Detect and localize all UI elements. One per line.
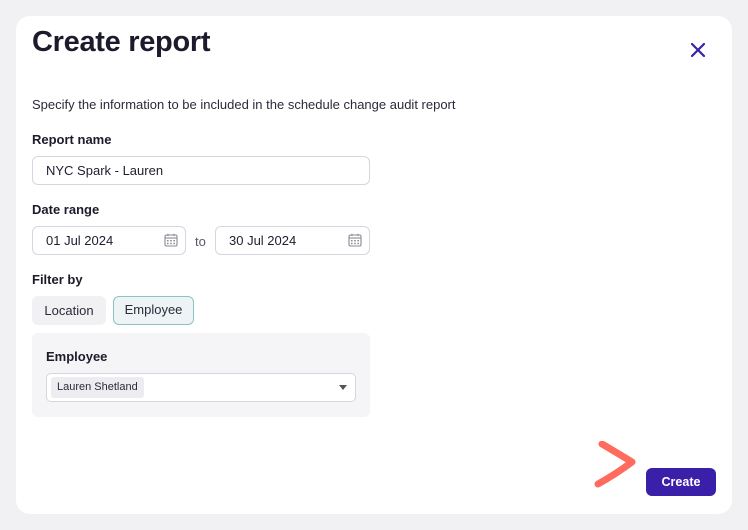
calendar-icon[interactable] <box>348 233 362 247</box>
create-button[interactable]: Create <box>646 468 716 496</box>
end-date-value: 30 Jul 2024 <box>229 233 297 248</box>
end-date-input[interactable]: 30 Jul 2024 <box>215 226 370 255</box>
date-range-label: Date range <box>32 202 100 217</box>
report-name-value: NYC Spark - Lauren <box>46 163 164 178</box>
filter-chip-location[interactable]: Location <box>32 296 106 325</box>
date-range-separator: to <box>195 234 206 249</box>
employee-filter-panel: Employee Lauren Shetland <box>32 333 370 417</box>
start-date-value: 01 Jul 2024 <box>46 233 114 248</box>
employee-label: Employee <box>46 349 108 364</box>
dialog-description: Specify the information to be included i… <box>32 97 456 112</box>
chevron-down-icon[interactable] <box>339 385 347 390</box>
employee-select[interactable]: Lauren Shetland <box>46 373 356 402</box>
report-name-label: Report name <box>32 132 112 147</box>
filter-by-label: Filter by <box>32 272 83 287</box>
dialog-title: Create report <box>32 26 211 58</box>
employee-tag[interactable]: Lauren Shetland <box>51 377 144 398</box>
start-date-input[interactable]: 01 Jul 2024 <box>32 226 186 255</box>
report-name-input[interactable]: NYC Spark - Lauren <box>32 156 370 185</box>
calendar-icon[interactable] <box>164 233 178 247</box>
create-report-dialog: Create report Specify the information to… <box>16 16 732 514</box>
arrow-pointer-icon <box>594 441 636 488</box>
close-icon[interactable] <box>686 38 710 62</box>
filter-chip-employee[interactable]: Employee <box>113 296 194 325</box>
